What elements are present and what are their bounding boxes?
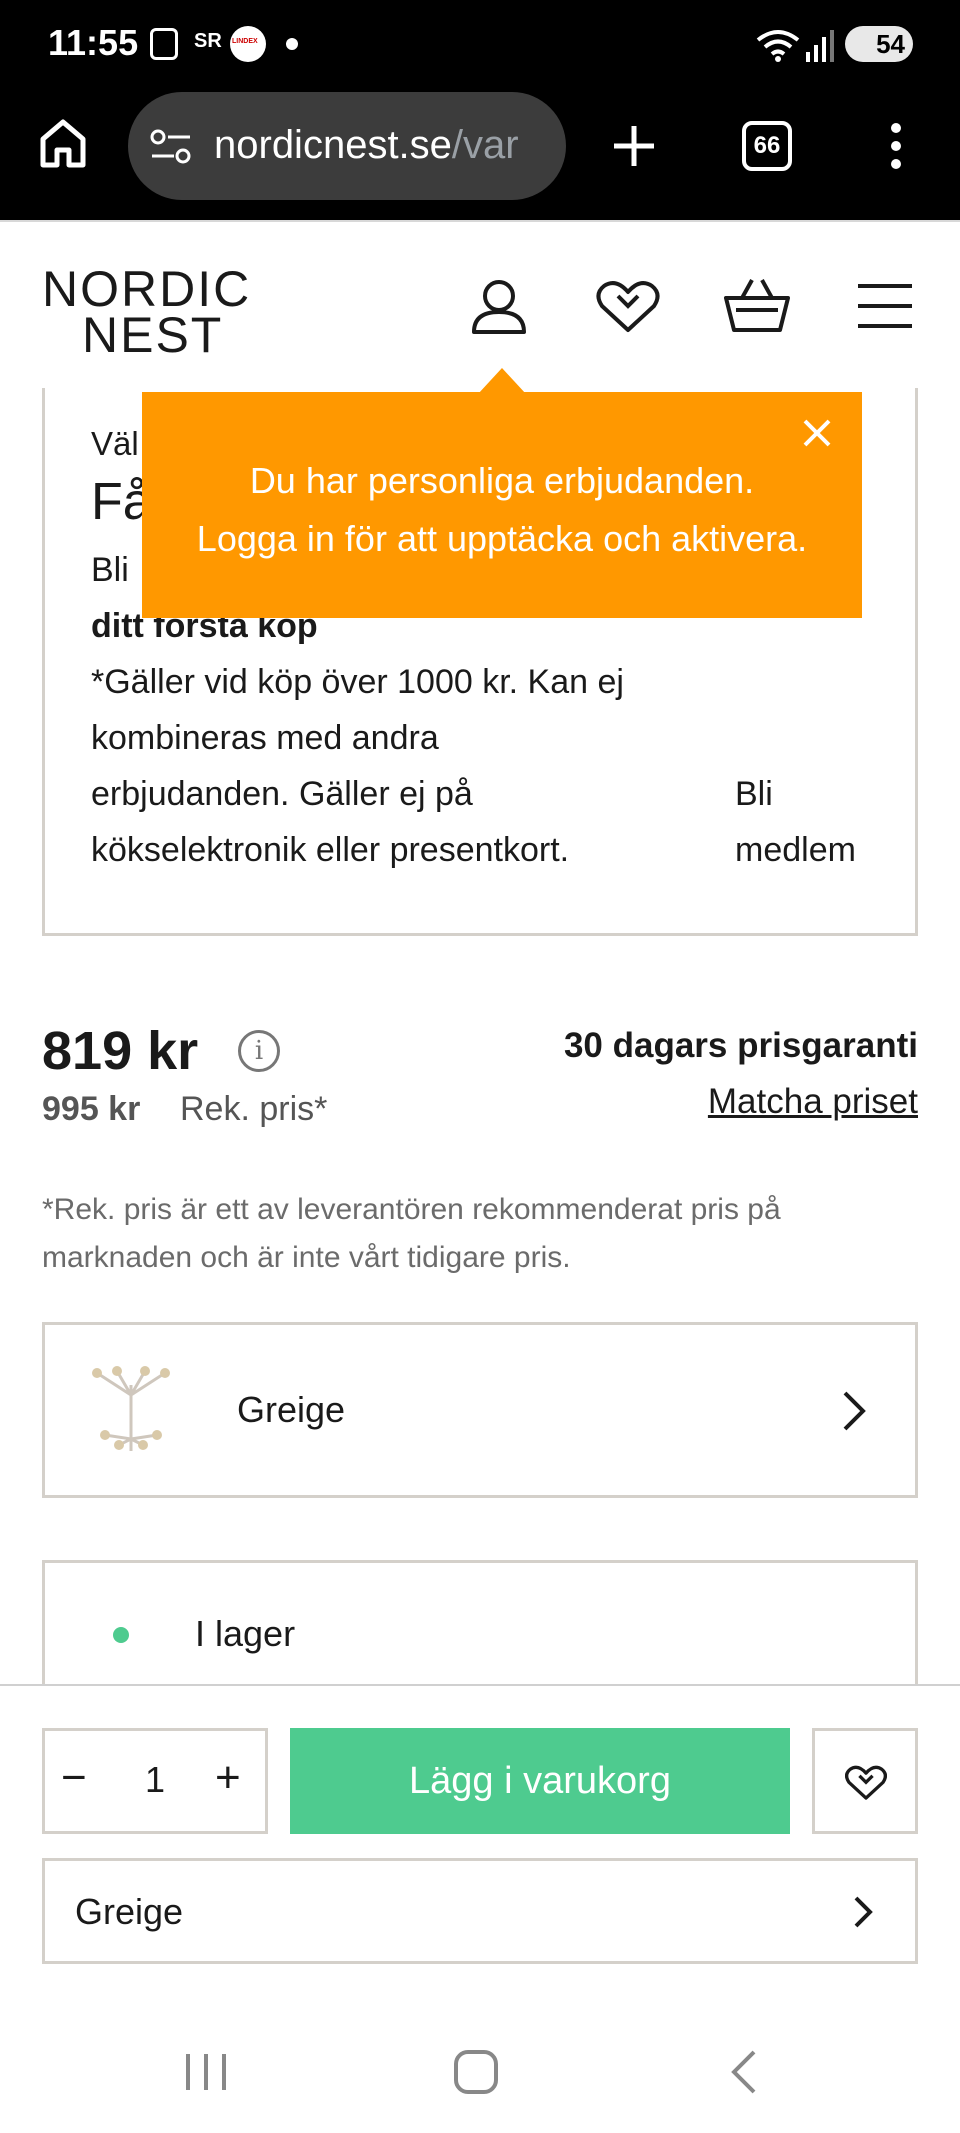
battery-icon: 54 (845, 26, 913, 62)
tab-count: 66 (753, 132, 781, 159)
variant-selector[interactable]: Greige (42, 1322, 918, 1498)
signal-icon (806, 30, 834, 62)
qty-plus-button[interactable]: + (215, 1753, 241, 1803)
price-guarantee: 30 dagars prisgaranti (563, 1026, 918, 1065)
lindex-icon: LINDEX (230, 26, 266, 62)
home-icon[interactable] (38, 117, 88, 169)
hamburger-menu-icon[interactable] (856, 282, 914, 330)
system-nav-bar (0, 1984, 960, 2133)
quantity-stepper[interactable]: − 1 + (42, 1728, 268, 1834)
home-button-icon[interactable] (454, 2050, 498, 2094)
recommended-price: 995 kr (42, 1090, 141, 1128)
sr-icon: SR (194, 30, 222, 52)
personal-offers-popup: Du har personliga erbjudanden. Logga in … (142, 392, 862, 618)
recommended-price-label: Rek. pris* (180, 1090, 328, 1128)
popup-line-1: Du har personliga erbjudanden. (249, 460, 755, 501)
browser-toolbar: nordicnest.se/var 66 (0, 90, 960, 220)
popup-line-2: Logga in för att upptäcka och aktivera. (196, 518, 808, 559)
variant-name: Greige (237, 1389, 346, 1430)
chevron-right-icon (854, 1896, 873, 1928)
member-terms-2: kombineras med andra (91, 719, 439, 757)
stock-status-box: I lager (42, 1560, 918, 1700)
new-tab-icon[interactable] (612, 124, 656, 168)
popup-arrow (478, 368, 526, 394)
variant-bar[interactable]: Greige (42, 1858, 918, 1964)
battery-level: 54 (876, 28, 905, 59)
add-to-wishlist-button[interactable] (812, 1728, 918, 1834)
back-icon[interactable] (728, 2048, 758, 2096)
qty-value: 1 (145, 1759, 166, 1800)
close-icon[interactable] (802, 418, 832, 448)
price-info-icon[interactable]: i (238, 1030, 280, 1072)
in-stock-dot (113, 1627, 129, 1643)
qty-minus-button[interactable]: − (61, 1753, 87, 1803)
recent-apps-icon[interactable] (184, 2052, 228, 2092)
variant-bar-name: Greige (75, 1891, 184, 1932)
account-icon[interactable] (470, 278, 528, 336)
wishlist-icon[interactable] (596, 280, 660, 334)
tab-switcher-button[interactable]: 66 (742, 121, 792, 171)
site-header: NORDIC NEST (0, 220, 960, 388)
member-terms-3: erbjudanden. Gäller ej på (91, 775, 473, 813)
nordic-nest-logo[interactable]: NORDIC NEST (42, 260, 252, 363)
wishlist-heart-icon (845, 1765, 887, 1800)
wifi-icon (756, 30, 800, 62)
url-text: nordicnest.se/var (214, 123, 519, 167)
add-to-cart-button[interactable]: Lägg i varukorg (290, 1728, 790, 1834)
member-terms-1: *Gäller vid köp över 1000 kr. Kan ej (91, 663, 624, 701)
product-thumbnail (92, 1366, 170, 1451)
match-price-link[interactable]: Matcha priset (708, 1082, 918, 1122)
screenshot-icon (150, 28, 178, 60)
notification-dot (286, 38, 298, 50)
site-settings-icon[interactable] (150, 128, 192, 166)
member-welcome: Väl (91, 425, 139, 462)
more-menu-icon[interactable] (888, 122, 904, 170)
chevron-right-icon (843, 1391, 866, 1431)
current-price: 819 kr (42, 1021, 199, 1081)
address-bar[interactable]: nordicnest.se/var (128, 92, 566, 200)
member-bli: Bli (91, 551, 129, 589)
price-disclaimer: *Rek. pris är ett av leverantören rekomm… (42, 1193, 781, 1274)
cart-basket-icon[interactable] (722, 276, 792, 334)
status-time: 11:55 (48, 22, 139, 63)
stock-label: I lager (195, 1613, 296, 1654)
status-bar: 11:55 SR LINDEX 54 (0, 0, 960, 90)
member-terms-4: kökselektronik eller presentkort. (91, 831, 570, 869)
